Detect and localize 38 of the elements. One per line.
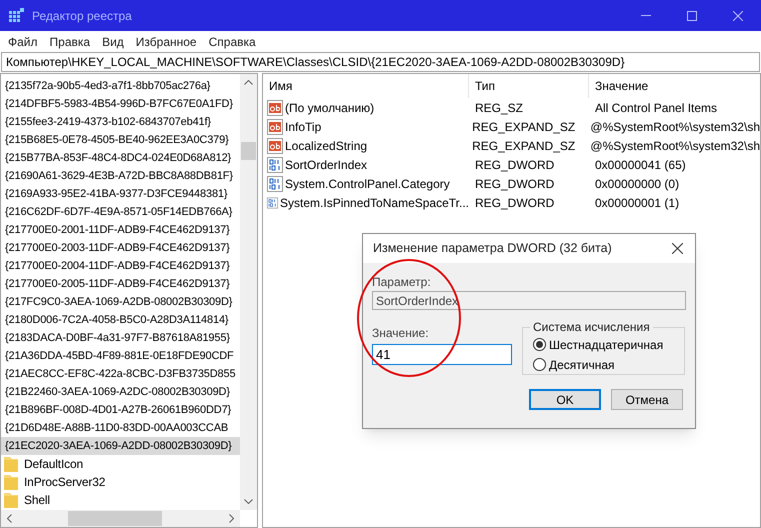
menu-item[interactable]: Вид — [96, 31, 130, 52]
value-name: System.ControlPanel.Category — [285, 176, 450, 192]
column-header[interactable]: Имя — [263, 74, 469, 98]
column-header[interactable]: Тип — [469, 74, 589, 98]
value-type: REG_DWORD — [474, 156, 556, 174]
value-type: REG_DWORD — [474, 194, 556, 212]
dialog-button[interactable]: OK — [529, 389, 601, 410]
value-data: All Control Panel Items — [594, 100, 718, 116]
radio-option[interactable]: Шестнадцатеричная — [533, 336, 674, 353]
window-title: Редактор реестра — [32, 8, 132, 24]
dialog-title: Изменение параметра DWORD (32 бита) — [373, 240, 612, 258]
value-name: LocalizedString — [285, 138, 368, 154]
value-data: @%SystemRoot%\system32\sh — [589, 138, 760, 154]
menu-item[interactable]: Правка — [44, 31, 96, 52]
value-data: 0x00000000 (0) — [594, 176, 680, 192]
value-data: 0x00000041 (65) — [594, 156, 686, 174]
value-type: REG_SZ — [474, 100, 524, 116]
value-type: REG_EXPAND_SZ — [471, 138, 576, 154]
value-field[interactable]: 41 — [372, 344, 512, 365]
address-bar[interactable]: Компьютер\HKEY_LOCAL_MACHINE\SOFTWARE\Classes\CLSID\{21EC2020-3AEA-1069-A2DD-08002B30309D} — [1, 52, 760, 72]
value-data: 0x00000001 (1) — [594, 194, 680, 212]
value-name: SortOrderIndex — [285, 156, 368, 174]
value-name: InfoTip — [285, 118, 322, 136]
menu-item[interactable]: Файл — [2, 31, 44, 52]
tree-item[interactable]: {21EC2020-3AEA-1069-A2DD-08002B30309D} — [1, 437, 240, 455]
value-label: Значение: — [372, 326, 430, 340]
value-data: @%SystemRoot%\system32\sh — [589, 118, 760, 136]
value-name: (По умолчанию) — [285, 100, 374, 116]
menu-item[interactable]: Справка — [202, 31, 262, 52]
parameter-label: Параметр: — [372, 275, 432, 289]
dialog-button[interactable]: Отмена — [611, 389, 683, 410]
value-type: REG_DWORD — [474, 176, 556, 192]
value-name: System.IsPinnedToNameSpaceTr... — [280, 194, 469, 212]
value-type: REG_EXPAND_SZ — [471, 118, 576, 136]
radio-option[interactable]: Десятичная — [533, 356, 674, 373]
group-label: Система исчисления — [532, 319, 651, 336]
menu-item[interactable]: Избранное — [130, 31, 203, 52]
column-header[interactable]: Значение — [589, 74, 760, 98]
